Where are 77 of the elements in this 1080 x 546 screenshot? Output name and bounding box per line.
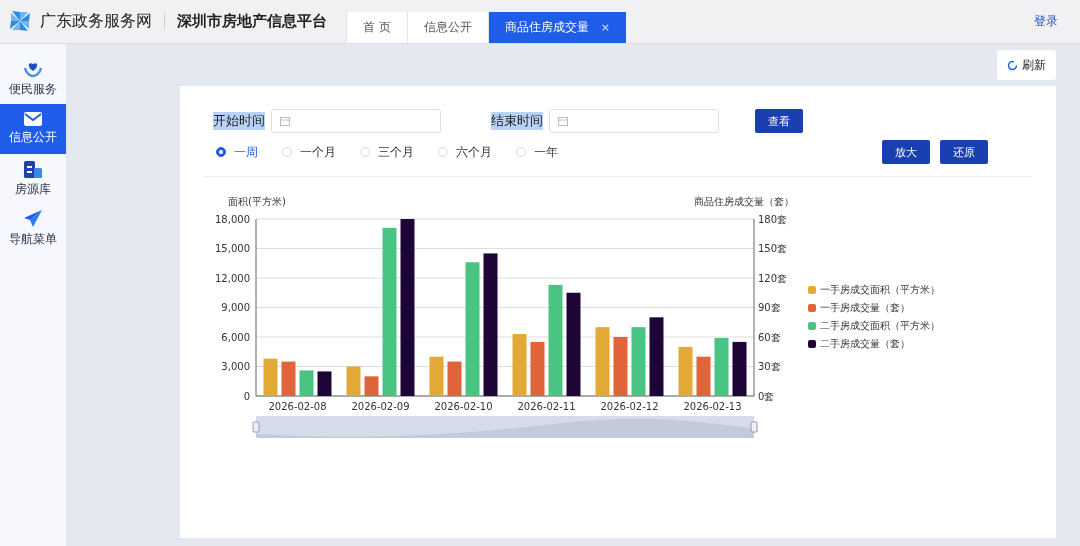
bar [512, 334, 527, 396]
range-radio[interactable]: 六个月 [438, 143, 492, 161]
range-radio[interactable]: 三个月 [360, 143, 414, 161]
y2-tick-label: 180套 [758, 213, 788, 225]
bar [281, 361, 296, 396]
y-tick-label: 15,000 [215, 243, 250, 254]
legend-label[interactable]: 一手房成交面积（平方米） [820, 283, 940, 297]
tab[interactable]: 首 页 [346, 12, 407, 43]
bar [447, 361, 462, 396]
bar [346, 366, 361, 396]
y2-tick-label: 60套 [758, 331, 781, 343]
range-radio[interactable]: 一周 [216, 143, 258, 161]
building-icon [24, 160, 42, 178]
bar [317, 371, 332, 396]
end-date-field[interactable] [549, 109, 719, 133]
legend-label[interactable]: 二手房成交面积（平方米） [820, 319, 940, 333]
x-tick-label: 2026-02-10 [434, 401, 493, 412]
query-button[interactable]: 查看 [755, 109, 803, 133]
y2-tick-label: 90套 [758, 302, 781, 313]
x-tick-label: 2026-02-09 [351, 401, 410, 412]
heart-hands-icon [23, 60, 43, 78]
y-tick-label: 3,000 [221, 361, 250, 372]
y-tick-label: 6,000 [221, 331, 250, 343]
platform-name: 深圳市房地产信息平台 [177, 11, 327, 31]
tab[interactable]: 信息公开 [406, 12, 488, 43]
reset-button[interactable]: 还原 [940, 140, 988, 164]
calendar-icon [558, 116, 568, 126]
legend-label[interactable]: 二手房成交量（套） [820, 337, 910, 351]
radio-icon[interactable] [216, 147, 226, 157]
bar [714, 338, 729, 396]
x-tick-label: 2026-02-12 [600, 401, 659, 412]
y2-tick-label: 30套 [758, 361, 781, 372]
sidebar-item[interactable]: 信息公开 [0, 104, 66, 154]
mail-icon [24, 112, 42, 126]
zoom-in-button[interactable]: 放大 [882, 140, 930, 164]
bar [263, 358, 278, 396]
start-date-field[interactable] [271, 109, 441, 133]
bar [631, 327, 646, 396]
y-tick-label: 12,000 [215, 272, 250, 284]
bar [429, 356, 444, 396]
legend-label[interactable]: 一手房成交量（套） [820, 301, 910, 315]
login-link[interactable]: 登录 [1034, 13, 1058, 30]
y-tick-label: 0 [243, 390, 250, 402]
calendar-icon [280, 116, 290, 126]
sidebar-item[interactable]: 导航菜单 [0, 204, 66, 254]
end-time-label: 结束时间 [491, 112, 543, 130]
x-tick-label: 2026-02-11 [517, 401, 576, 412]
x-tick-label: 2026-02-08 [268, 401, 327, 412]
bar [732, 341, 747, 396]
y-axis-title: 面积(平方米) [228, 196, 286, 207]
paper-plane-icon [24, 210, 42, 228]
range-radio[interactable]: 一个月 [282, 143, 336, 161]
y2-tick-label: 150套 [758, 243, 788, 254]
y-tick-label: 18,000 [215, 213, 250, 225]
pinwheel-logo-icon [8, 9, 32, 33]
refresh-button[interactable]: 刷新 [997, 50, 1056, 80]
range-slider[interactable] [252, 416, 758, 438]
refresh-icon [1007, 59, 1018, 71]
bar [595, 327, 610, 396]
sidebar-item[interactable]: 便民服务 [0, 54, 66, 104]
y2-tick-label: 120套 [758, 272, 788, 284]
range-radio[interactable]: 一年 [516, 143, 558, 161]
bar [678, 346, 693, 396]
site-name: 广东政务服务网 [40, 10, 152, 32]
close-icon[interactable]: × [600, 21, 611, 34]
bar [364, 376, 379, 396]
bar [299, 370, 314, 396]
y2-axis-title: 商品住房成交量（套） [694, 196, 794, 207]
start-time-label: 开始时间 [213, 112, 265, 130]
y2-tick-label: 0套 [758, 390, 775, 402]
x-tick-label: 2026-02-13 [683, 401, 742, 412]
sidebar-item[interactable]: 房源库 [0, 154, 66, 204]
bar [613, 337, 628, 396]
bar [530, 341, 545, 396]
y-tick-label: 9,000 [221, 302, 250, 313]
tab[interactable]: 商品住房成交量 × [487, 12, 627, 43]
bar [696, 356, 711, 396]
